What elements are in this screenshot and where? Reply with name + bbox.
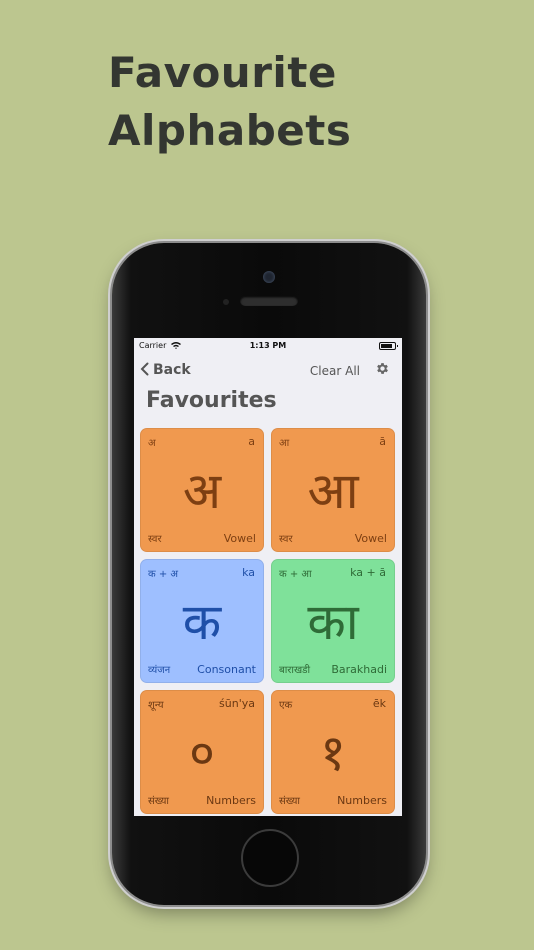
card-transliteration: śūn'ya <box>219 697 255 710</box>
card-devanagari-hint: क + अ <box>148 569 179 580</box>
gear-icon[interactable] <box>375 361 390 380</box>
card-transliteration: a <box>248 435 255 448</box>
proximity-sensor <box>223 299 229 305</box>
headline-line-2: Alphabets <box>108 106 352 155</box>
phone-screen: Carrier 1:13 PM Back Clear All Favourite… <box>134 338 402 816</box>
back-label: Back <box>153 362 191 378</box>
chevron-left-icon <box>140 362 149 378</box>
status-bar: Carrier 1:13 PM <box>134 338 402 354</box>
card-category-devanagari: स्वर <box>148 534 162 545</box>
card-devanagari-hint: एक <box>279 700 293 711</box>
card-category-devanagari: संख्या <box>279 796 300 807</box>
phone-frame: Carrier 1:13 PM Back Clear All Favourite… <box>112 243 426 905</box>
card-category-devanagari: बाराखडी <box>279 665 311 676</box>
favourite-card-number-zero[interactable]: शून्य śūn'ya ० संख्या Numbers <box>140 690 264 814</box>
card-category: Vowel <box>223 532 256 545</box>
favourite-card-vowel-aa[interactable]: आ ā आ स्वर Vowel <box>271 428 395 552</box>
card-category-devanagari: व्यंजन <box>148 665 171 676</box>
card-category: Consonant <box>197 663 256 676</box>
battery-icon <box>379 342 398 350</box>
card-letter: अ <box>182 462 222 520</box>
card-transliteration: ēk <box>372 697 386 710</box>
card-letter: का <box>307 593 359 651</box>
card-devanagari-hint: क + आ <box>279 569 312 580</box>
favourite-card-barakhadi-kaa[interactable]: क + आ ka + ā का बाराखडी Barakhadi <box>271 559 395 683</box>
back-button[interactable]: Back <box>140 362 191 378</box>
earpiece-speaker <box>240 296 298 306</box>
card-devanagari-hint: अ <box>148 438 156 449</box>
card-transliteration: ka <box>242 566 255 579</box>
card-letter: ० <box>189 724 215 782</box>
favourite-card-number-one[interactable]: एक ēk १ संख्या Numbers <box>271 690 395 814</box>
card-category: Numbers <box>337 794 387 807</box>
favourite-card-consonant-ka[interactable]: क + अ ka क व्यंजन Consonant <box>140 559 264 683</box>
card-category-devanagari: स्वर <box>279 534 293 545</box>
front-camera <box>263 271 275 283</box>
card-devanagari-hint: आ <box>279 438 290 449</box>
home-button[interactable] <box>241 829 299 887</box>
favourite-card-vowel-a[interactable]: अ a अ स्वर Vowel <box>140 428 264 552</box>
card-category: Barakhadi <box>331 663 387 676</box>
card-devanagari-hint: शून्य <box>148 700 164 711</box>
page-title: Favourites <box>146 388 277 413</box>
card-letter: आ <box>307 462 359 520</box>
card-transliteration: ā <box>379 435 386 448</box>
card-category-devanagari: संख्या <box>148 796 169 807</box>
card-transliteration: ka + ā <box>350 566 386 579</box>
card-letter: क <box>182 593 222 651</box>
status-time: 1:13 PM <box>249 341 287 350</box>
clear-all-button[interactable]: Clear All <box>310 364 360 378</box>
card-category: Vowel <box>354 532 387 545</box>
card-category: Numbers <box>206 794 256 807</box>
headline-line-1: Favourite <box>108 48 337 97</box>
card-letter: १ <box>320 724 346 782</box>
navigation-bar: Back Clear All <box>134 358 402 386</box>
headline: Favourite Alphabets <box>108 44 351 160</box>
